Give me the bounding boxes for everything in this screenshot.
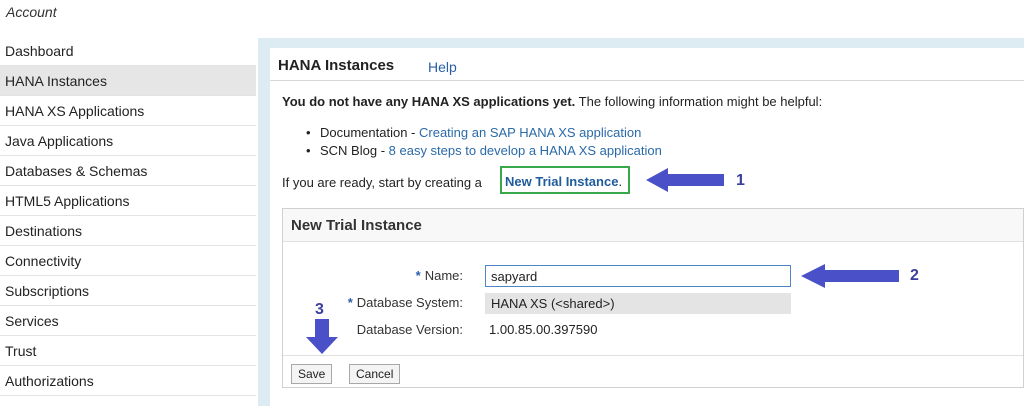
annotation-number-2: 2	[910, 267, 919, 284]
name-label-text: Name:	[424, 268, 463, 283]
info-message: You do not have any HANA XS applications…	[282, 94, 822, 109]
list-item: • Documentation - Creating an SAP HANA XS…	[306, 124, 662, 142]
sidebar-item-services[interactable]: Services	[0, 306, 256, 336]
save-button[interactable]: Save	[291, 364, 333, 384]
dialog-footer: Save Cancel	[283, 355, 1023, 389]
main-panel: HANA Instances Help You do not have any …	[270, 48, 1024, 406]
sidebar-item-subscriptions[interactable]: Subscriptions	[0, 276, 256, 306]
panel-header: HANA Instances Help	[270, 48, 1024, 81]
annotation-arrow-left-icon	[646, 168, 724, 192]
name-input[interactable]	[485, 265, 791, 287]
dialog-header: New Trial Instance	[283, 209, 1023, 242]
bullet-icon: •	[306, 125, 311, 140]
annotation-number-3: 3	[315, 301, 324, 318]
dialog-title: New Trial Instance	[291, 217, 422, 234]
sidebar-item-dashboard[interactable]: Dashboard	[0, 36, 256, 66]
sidebar-item-authorizations[interactable]: Authorizations	[0, 366, 256, 396]
help-links-list: • Documentation - Creating an SAP HANA XS…	[306, 124, 662, 160]
sidebar-item-hana-xs-applications[interactable]: HANA XS Applications	[0, 96, 256, 126]
database-system-label-text: Database System:	[356, 295, 463, 310]
sidebar-item-trust[interactable]: Trust	[0, 336, 256, 366]
annotation-arrow-down-icon	[306, 319, 338, 354]
bullet-icon: •	[306, 143, 311, 158]
bullet-prefix: SCN Blog -	[320, 143, 389, 158]
period-text: .	[618, 174, 623, 189]
database-system-field: HANA XS (<shared>)	[485, 293, 791, 314]
new-trial-link-label: New Trial Instance	[505, 174, 619, 189]
sidebar-item-destinations[interactable]: Destinations	[0, 216, 256, 246]
required-marker: *	[415, 268, 421, 283]
cancel-button[interactable]: Cancel	[349, 364, 401, 384]
sidebar-item-databases-schemas[interactable]: Databases & Schemas	[0, 156, 256, 186]
bullet-prefix: Documentation -	[320, 125, 419, 140]
ready-text: If you are ready, start by creating a	[282, 175, 482, 190]
annotation-arrow-left-icon	[801, 264, 899, 288]
documentation-link[interactable]: Creating an SAP HANA XS application	[419, 125, 641, 140]
name-label: * Name:	[283, 268, 463, 283]
new-trial-instance-link[interactable]: New Trial Instance.	[505, 174, 622, 189]
sidebar-item-html5-applications[interactable]: HTML5 Applications	[0, 186, 256, 216]
database-version-value: 1.00.85.00.397590	[489, 322, 598, 337]
list-item: • SCN Blog - 8 easy steps to develop a HA…	[306, 142, 662, 160]
database-system-label: * Database System:	[283, 295, 463, 310]
required-marker: *	[347, 295, 353, 310]
info-rest-text: The following information might be helpf…	[575, 94, 823, 109]
sidebar-item-connectivity[interactable]: Connectivity	[0, 246, 256, 276]
account-label: Account	[6, 4, 57, 20]
annotation-number-1: 1	[736, 172, 745, 189]
sidebar-item-hana-instances[interactable]: HANA Instances	[0, 66, 256, 96]
info-bold-text: You do not have any HANA XS applications…	[282, 94, 576, 109]
new-trial-instance-dialog: New Trial Instance *Name: 2 *Database Sy…	[282, 208, 1024, 388]
scn-blog-link[interactable]: 8 easy steps to develop a HANA XS applic…	[389, 143, 662, 158]
sidebar-item-java-applications[interactable]: Java Applications	[0, 126, 256, 156]
help-link[interactable]: Help	[428, 59, 457, 75]
page-title: HANA Instances	[278, 57, 395, 74]
sidebar-nav: Dashboard HANA Instances HANA XS Applicati…	[0, 36, 256, 396]
